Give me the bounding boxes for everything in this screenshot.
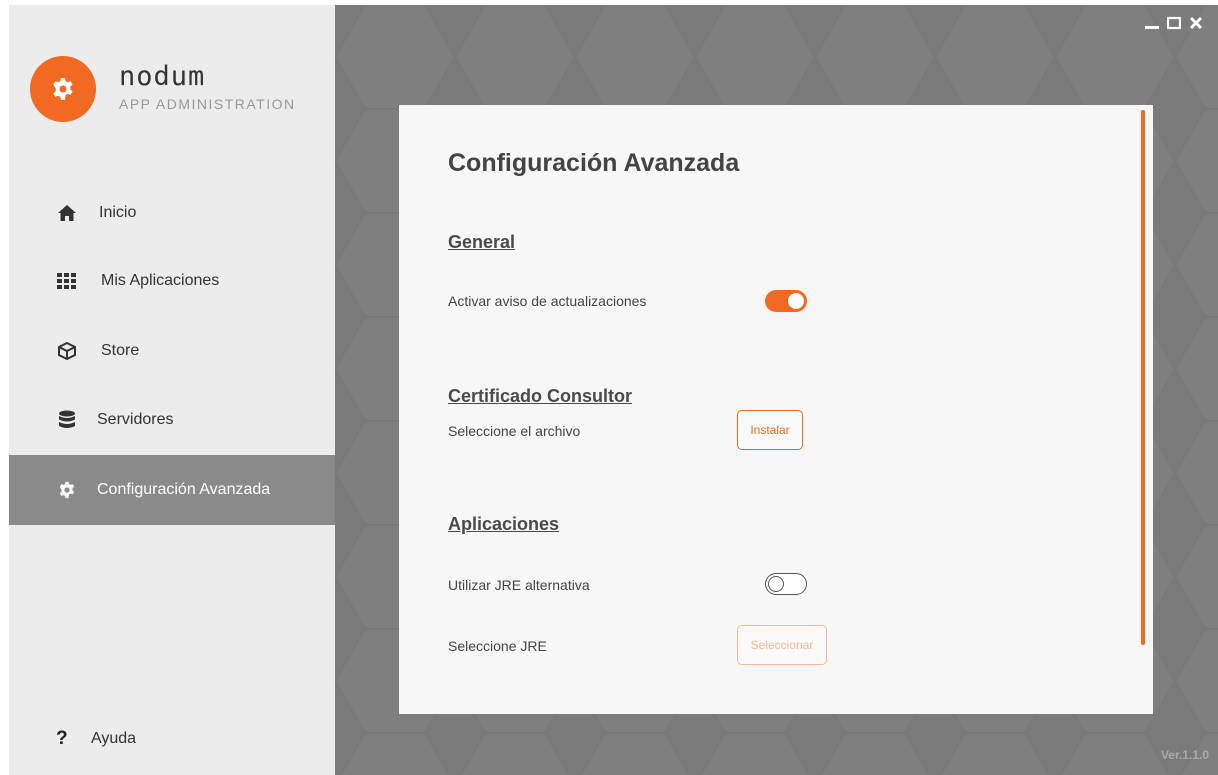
section-title-aplicaciones: Aplicaciones [448, 514, 560, 534]
scrollbar[interactable] [1141, 110, 1145, 645]
window-controls [1144, 16, 1204, 30]
maximize-button[interactable] [1166, 16, 1182, 30]
sidebar-item-label: Store [101, 342, 140, 359]
minimize-icon [1145, 26, 1159, 29]
question-icon: ? [56, 728, 68, 749]
help-label: Ayuda [91, 730, 137, 747]
close-icon [1189, 16, 1203, 30]
sidebar-item-label: Configuración Avanzada [97, 481, 271, 498]
update-notice-toggle[interactable] [765, 290, 807, 312]
install-button[interactable]: Instalar [737, 410, 803, 450]
brand-name: nodum [119, 61, 206, 92]
brand-subtitle: APP ADMINISTRATION [119, 96, 296, 112]
app-window: nodum APP ADMINISTRATION Inicio Mis Apli… [9, 5, 1218, 775]
box-icon [56, 340, 78, 362]
sidebar-item-label: Mis Aplicaciones [101, 272, 220, 289]
sidebar-item-configuracion-avanzada[interactable]: Configuración Avanzada [9, 455, 335, 525]
sidebar-item-label: Servidores [97, 411, 174, 428]
settings-panel: Configuración Avanzada General Activar a… [399, 105, 1153, 714]
toggle-knob [788, 293, 804, 309]
version-label: Ver.1.1.0 [1160, 748, 1209, 762]
sidebar-item-servidores[interactable]: Servidores [9, 386, 335, 454]
page-title: Configuración Avanzada [448, 149, 740, 177]
sidebar: nodum APP ADMINISTRATION Inicio Mis Apli… [9, 5, 335, 775]
help-link[interactable]: ? Ayuda [9, 720, 209, 760]
close-button[interactable] [1188, 16, 1204, 30]
gear-icon [56, 479, 78, 501]
update-notice-label: Activar aviso de actualizaciones [448, 293, 647, 309]
logo [30, 56, 96, 122]
sidebar-item-store[interactable]: Store [9, 317, 335, 385]
section-title-certificado: Certificado Consultor [448, 386, 633, 406]
alt-jre-toggle[interactable] [765, 573, 807, 595]
minimize-button[interactable] [1144, 16, 1160, 30]
home-icon [56, 202, 78, 224]
sidebar-item-mis-aplicaciones[interactable]: Mis Aplicaciones [9, 247, 335, 315]
sidebar-item-inicio[interactable]: Inicio [9, 179, 335, 247]
maximize-icon [1167, 16, 1181, 30]
select-jre-button[interactable]: Seleccionar [737, 625, 827, 665]
select-file-label: Seleccione el archivo [448, 423, 581, 439]
sidebar-item-label: Inicio [99, 204, 137, 221]
gear-icon [53, 78, 73, 100]
section-title-general: General [448, 232, 516, 252]
select-jre-label: Seleccione JRE [448, 638, 547, 654]
database-icon [56, 409, 78, 431]
toggle-knob [768, 576, 784, 592]
alt-jre-label: Utilizar JRE alternativa [448, 577, 590, 593]
grid-icon [56, 270, 78, 292]
